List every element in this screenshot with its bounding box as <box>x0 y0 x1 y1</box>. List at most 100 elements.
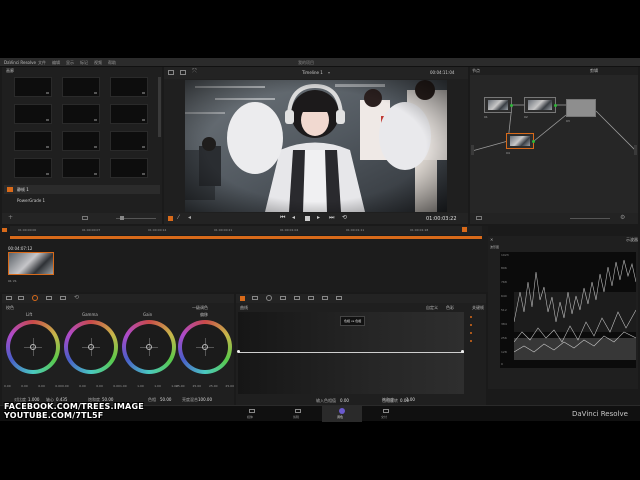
grid-view-icon[interactable] <box>476 216 482 220</box>
gallery-still[interactable] <box>62 104 100 124</box>
curves-tab-color[interactable]: 色彩 <box>446 305 454 310</box>
channel-dot[interactable] <box>470 340 472 342</box>
hue-value[interactable]: 50.00 <box>160 397 171 402</box>
stop-icon[interactable] <box>305 216 310 221</box>
lift-value-b[interactable]: 0.00 <box>55 384 62 389</box>
add-album-icon[interactable]: + <box>8 215 13 221</box>
curve-end-point[interactable] <box>461 350 464 353</box>
node-canvas[interactable]: 01 02 03 04 <box>470 75 638 213</box>
gallery-still[interactable] <box>110 158 148 178</box>
node-04[interactable] <box>506 133 535 149</box>
album-item[interactable]: 静帧 1 <box>4 185 160 194</box>
lift-value-y[interactable]: 0.00 <box>4 384 11 389</box>
gallery-still[interactable] <box>14 158 52 178</box>
page-tab-deliver[interactable]: 交付 <box>372 407 400 421</box>
color-wheels-icon[interactable] <box>32 295 38 301</box>
page-tab-edit[interactable]: 剪辑 <box>284 407 312 421</box>
gain-wheel[interactable] <box>122 320 176 374</box>
zoom-slider[interactable] <box>570 218 610 219</box>
timeline-ruler[interactable]: 01:00:00:00 01:00:00:07 01:00:00:14 01:0… <box>2 226 482 235</box>
curves-tab-custom[interactable]: 自定义 <box>426 305 438 310</box>
gamma-value-g[interactable]: 0.00 <box>96 384 103 389</box>
grid-view-icon[interactable] <box>82 216 88 220</box>
match-icon[interactable] <box>18 296 24 300</box>
play-icon[interactable]: ▸ <box>317 215 320 221</box>
menu-help[interactable]: 帮助 <box>108 60 116 65</box>
lift-value-g[interactable]: 0.00 <box>38 384 45 389</box>
curves-icon[interactable] <box>240 296 245 301</box>
speaker-icon[interactable]: ◂ <box>188 215 191 221</box>
album-item[interactable]: PowerGrade 1 <box>4 196 160 205</box>
gallery-still[interactable] <box>14 131 52 151</box>
gallery-still[interactable] <box>62 77 100 97</box>
page-tab-color[interactable]: 调色 <box>322 406 362 422</box>
channel-dot[interactable] <box>470 324 472 326</box>
lum-mix-value[interactable]: 100.00 <box>198 397 212 402</box>
offset-value-y[interactable]: 25.00 <box>225 384 234 389</box>
qualifier-icon[interactable] <box>252 296 258 300</box>
scopes-close-icon[interactable]: ✕ <box>490 237 493 242</box>
gallery-scrollbar[interactable] <box>158 77 161 137</box>
gallery-still[interactable] <box>62 158 100 178</box>
gallery-still[interactable] <box>110 104 148 124</box>
node-editor-mode[interactable]: 剪辑 <box>590 68 598 73</box>
lift-value-r[interactable]: 0.00 <box>21 384 28 389</box>
curve-line[interactable] <box>238 352 464 353</box>
output-port[interactable] <box>634 145 637 155</box>
node-03[interactable] <box>566 99 596 117</box>
transform-icon[interactable]: ⤧ <box>192 69 197 75</box>
lift-wheel[interactable] <box>6 320 60 374</box>
window-icon[interactable] <box>266 295 272 301</box>
gamma-value-y[interactable]: 0.00 <box>62 384 69 389</box>
scopes-type[interactable]: 波形图 <box>490 245 499 250</box>
gallery-still[interactable] <box>110 131 148 151</box>
gain-value-y[interactable]: 1.00 <box>120 384 127 389</box>
gallery-still[interactable] <box>62 131 100 151</box>
camera-raw-icon[interactable] <box>6 296 12 300</box>
timeline-icon[interactable] <box>2 228 7 232</box>
offset-value-b[interactable]: 25.00 <box>209 384 218 389</box>
clip-thumbnail[interactable] <box>8 252 54 275</box>
motion-icon[interactable] <box>60 296 66 300</box>
node-01[interactable] <box>484 97 513 113</box>
curves-graph[interactable]: 色相 vs 色相 <box>237 312 464 394</box>
offset-wheel[interactable] <box>178 320 232 374</box>
key-icon[interactable] <box>308 296 314 300</box>
chevron-down-icon[interactable]: ▾ <box>328 70 330 75</box>
channel-dot[interactable] <box>470 332 472 334</box>
timeline-name[interactable]: Timeline 1 <box>302 70 323 75</box>
playhead-marker[interactable] <box>462 227 467 232</box>
gallery-still[interactable] <box>14 104 52 124</box>
play-reverse-icon[interactable]: ◂ <box>292 215 295 221</box>
keyframes-tab[interactable]: 关键帧 <box>472 305 484 310</box>
color-picker-icon[interactable] <box>168 216 173 221</box>
3d-icon[interactable] <box>336 296 342 300</box>
menu-video[interactable]: 视频 <box>94 60 102 65</box>
gallery-still[interactable] <box>14 77 52 97</box>
eyedropper-icon[interactable]: ⁄ <box>178 215 179 221</box>
page-tab-media[interactable]: 媒体 <box>238 407 266 421</box>
layout-icon[interactable] <box>168 70 174 75</box>
jump-start-icon[interactable]: ⏮ <box>280 215 285 221</box>
loop-icon[interactable]: ⟲ <box>342 215 347 221</box>
clip[interactable]: 00:04:07:12 01 V1 <box>6 246 56 288</box>
gain-value-g[interactable]: 1.00 <box>154 384 161 389</box>
offset-value-g[interactable]: 25.00 <box>192 384 201 389</box>
menu-view[interactable]: 显示 <box>66 60 74 65</box>
channel-dot[interactable] <box>470 316 472 318</box>
node-02[interactable] <box>524 97 557 113</box>
menu-mark[interactable]: 标记 <box>80 60 88 65</box>
menu-edit[interactable]: 编辑 <box>52 60 60 65</box>
jump-end-icon[interactable]: ⏭ <box>329 215 334 221</box>
curve-sat-value[interactable]: 1.00 <box>406 397 415 402</box>
gamma-wheel[interactable] <box>64 320 118 374</box>
zoom-slider-handle[interactable] <box>120 216 124 220</box>
gamma-value-r[interactable]: 0.00 <box>79 384 86 389</box>
gamma-value-b[interactable]: 0.00 <box>113 384 120 389</box>
sizing-icon[interactable] <box>322 296 328 300</box>
gain-value-r[interactable]: 1.00 <box>137 384 144 389</box>
blur-icon[interactable] <box>294 296 300 300</box>
settings-icon[interactable]: ⚙ <box>620 215 625 221</box>
menu-file[interactable]: 文件 <box>38 60 46 65</box>
image-wipe-icon[interactable] <box>180 70 186 75</box>
